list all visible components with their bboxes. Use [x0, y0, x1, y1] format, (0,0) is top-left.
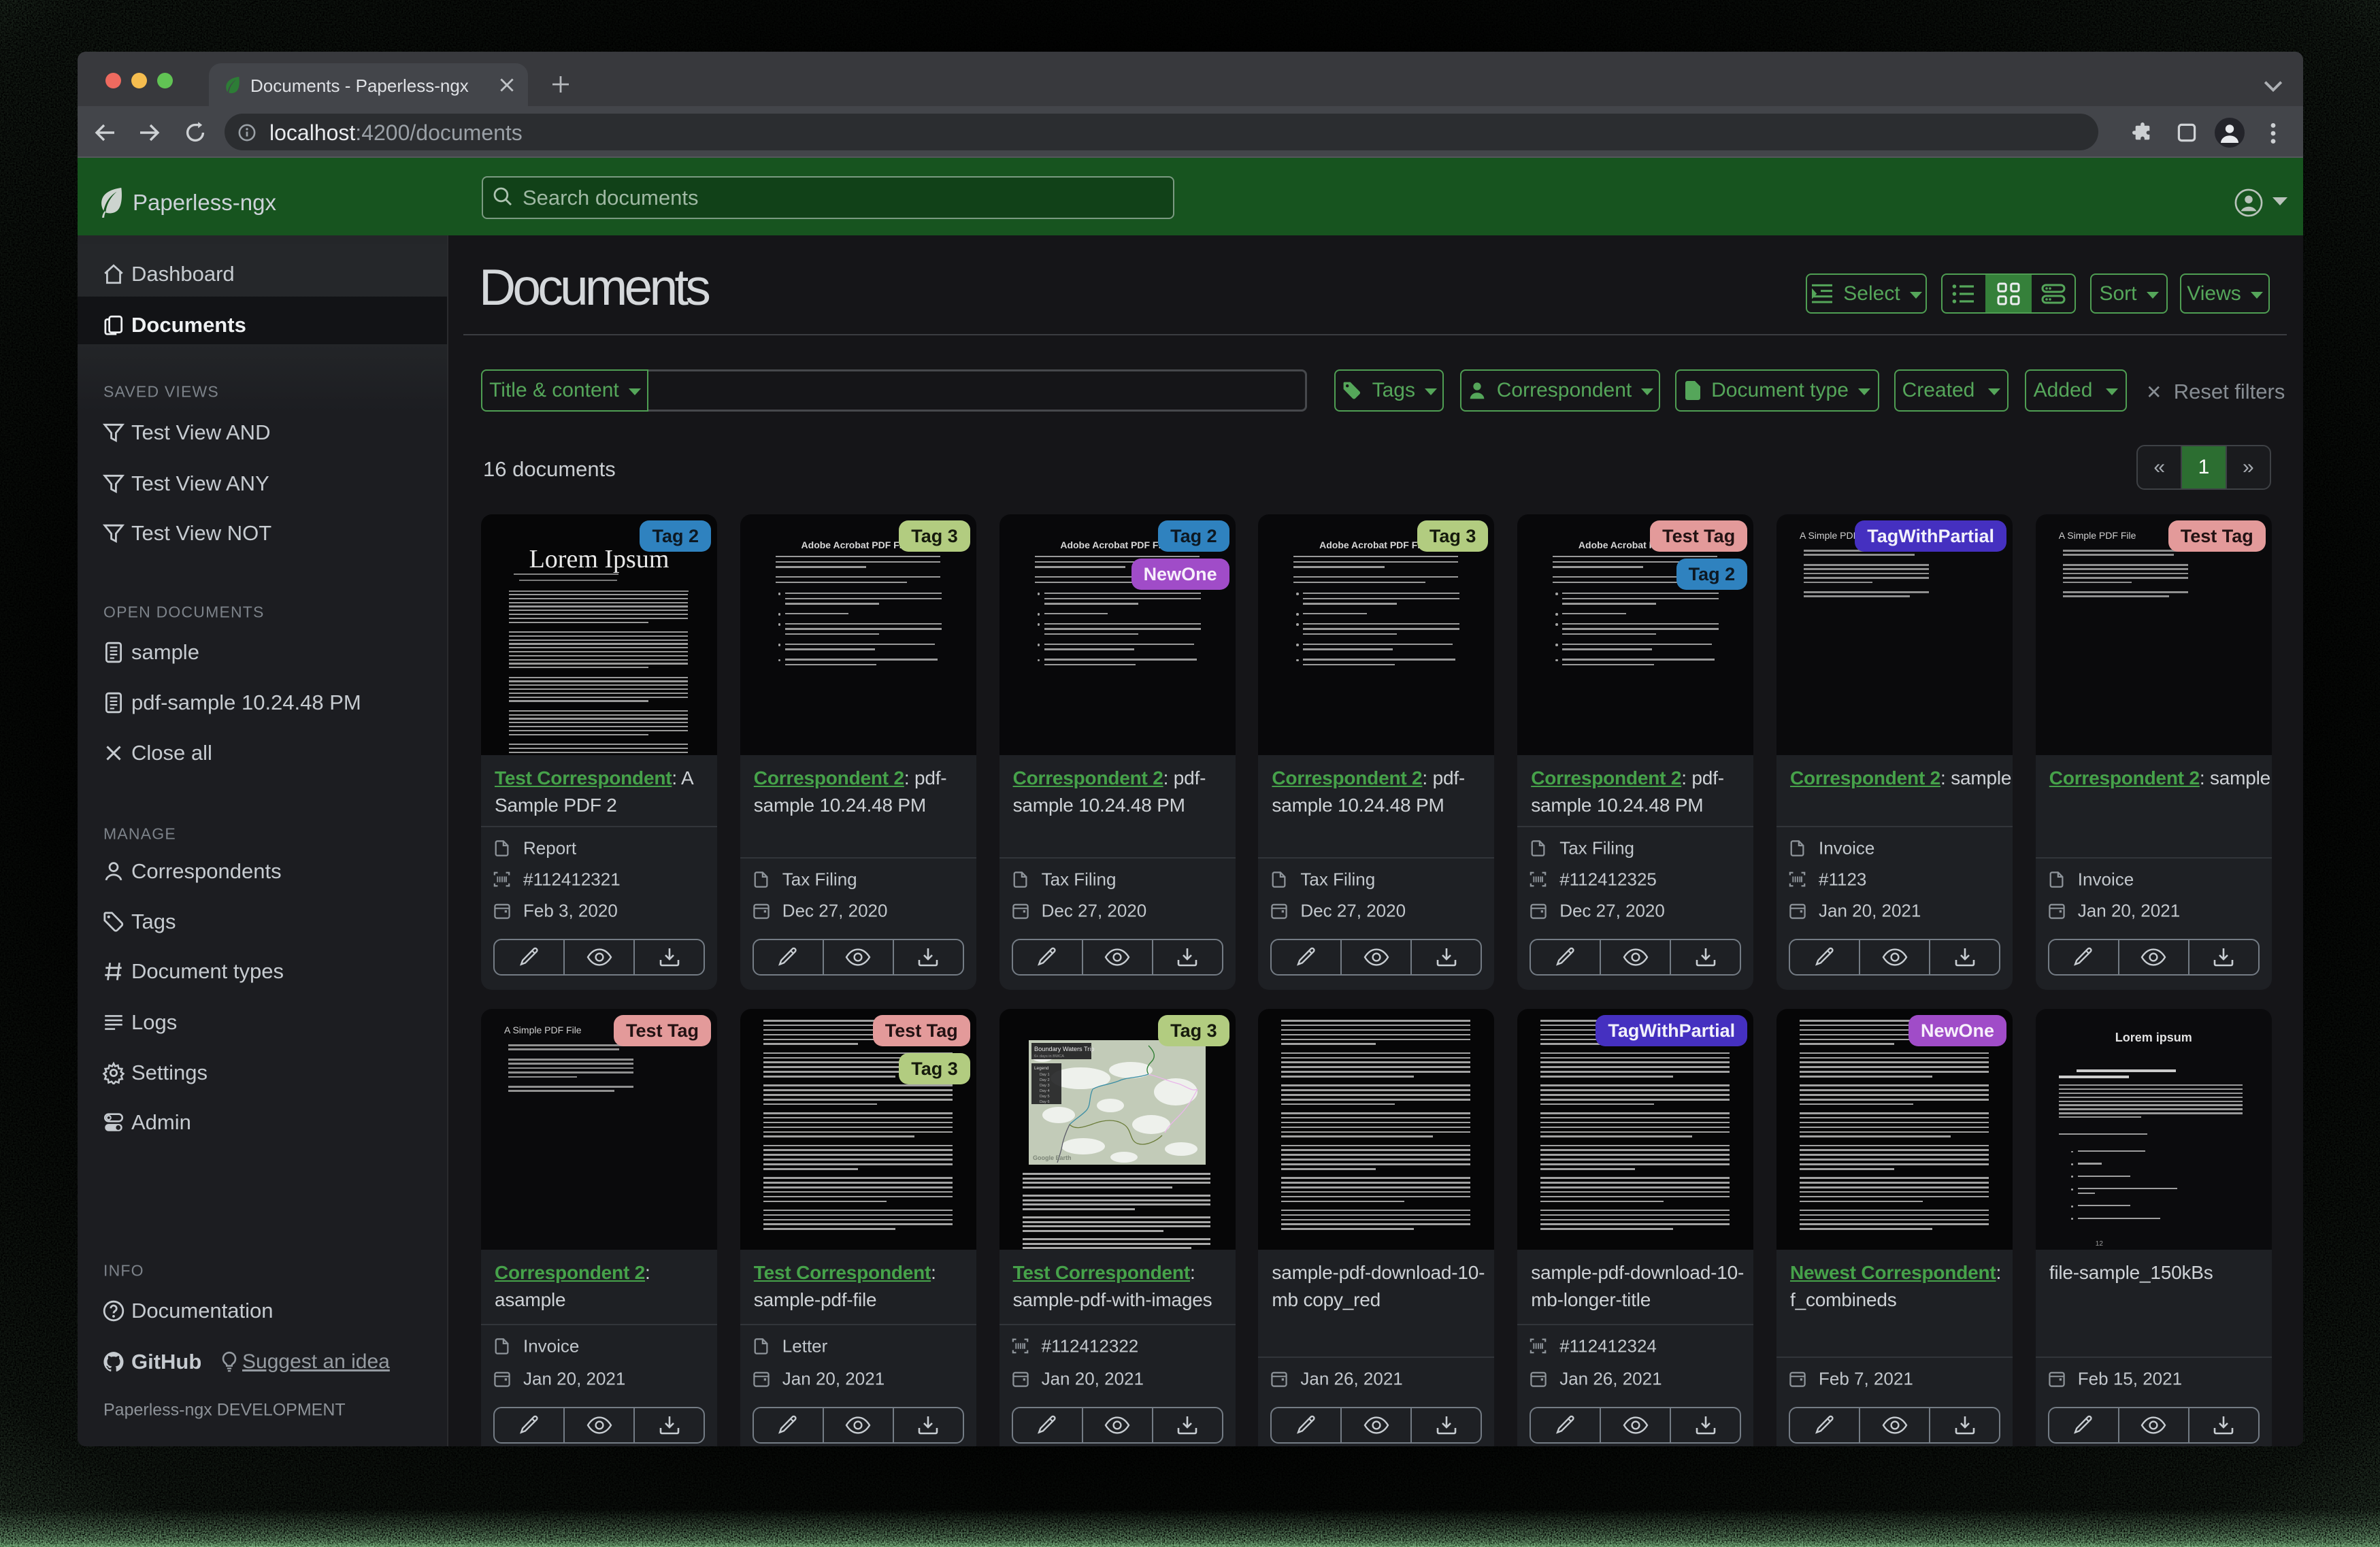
svg-text:Day 4: Day 4 — [1040, 1089, 1050, 1093]
svg-text:Day 2: Day 2 — [1040, 1078, 1050, 1082]
svg-text:Day 1: Day 1 — [1040, 1073, 1050, 1077]
svg-text:Legend: Legend — [1034, 1066, 1049, 1071]
svg-text:Day 5: Day 5 — [1040, 1095, 1050, 1099]
svg-text:Day 3: Day 3 — [1040, 1084, 1050, 1088]
svg-text:6+ days in BWCA: 6+ days in BWCA — [1034, 1054, 1064, 1059]
svg-text:Boundary Waters Trip: Boundary Waters Trip — [1034, 1046, 1095, 1052]
svg-text:Google Earth: Google Earth — [1033, 1154, 1072, 1161]
svg-text:Day 6: Day 6 — [1040, 1100, 1050, 1104]
